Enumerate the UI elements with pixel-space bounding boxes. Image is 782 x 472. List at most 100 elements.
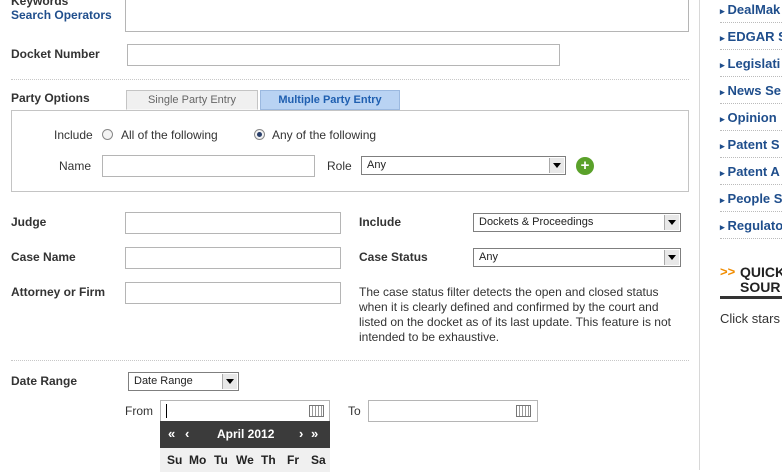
triangle-bullet-icon: ▸ bbox=[720, 60, 725, 70]
include-select[interactable]: Dockets & Proceedings bbox=[473, 213, 681, 232]
calendar-prev-month-button[interactable]: ‹ bbox=[185, 426, 189, 441]
click-stars-text: Click stars bbox=[720, 311, 780, 326]
calendar-icon[interactable] bbox=[516, 405, 531, 417]
add-icon[interactable]: + bbox=[576, 157, 594, 175]
sidebar-item-legislation[interactable]: ▸ Legislati bbox=[720, 56, 780, 71]
keywords-label: Keywords bbox=[11, 0, 69, 8]
calendar-month-year: April 2012 bbox=[217, 427, 275, 441]
include-select-value: Dockets & Proceedings bbox=[479, 216, 594, 228]
sidebar-item-label: Opinion bbox=[727, 110, 777, 125]
sidebar-item-regulatory[interactable]: ▸ Regulato bbox=[720, 218, 782, 233]
radio-all-label: All of the following bbox=[121, 128, 218, 142]
attorney-or-firm-label: Attorney or Firm bbox=[11, 285, 106, 299]
sidebar-divider bbox=[720, 76, 782, 77]
sidebar-divider bbox=[720, 103, 782, 104]
sidebar-divider bbox=[720, 22, 782, 23]
triangle-bullet-icon: ▸ bbox=[720, 222, 725, 232]
tab-single-party-entry[interactable]: Single Party Entry bbox=[126, 90, 258, 110]
dropdown-arrow-icon bbox=[222, 374, 237, 389]
triangle-bullet-icon: ▸ bbox=[720, 6, 725, 16]
sidebar-item-dealmak[interactable]: ▸ DealMak bbox=[720, 2, 780, 17]
case-status-select[interactable]: Any bbox=[473, 248, 681, 267]
radio-all-of-the-following[interactable] bbox=[102, 129, 113, 140]
to-date-input[interactable] bbox=[368, 400, 538, 422]
triangle-bullet-icon: ▸ bbox=[720, 141, 725, 151]
attorney-or-firm-input[interactable] bbox=[125, 282, 341, 304]
party-name-label: Name bbox=[59, 159, 92, 173]
docket-number-input[interactable] bbox=[127, 44, 560, 66]
keywords-textarea[interactable] bbox=[125, 0, 689, 32]
sidebar-divider bbox=[720, 130, 782, 131]
sidebar-item-news[interactable]: ▸ News Se bbox=[720, 83, 781, 98]
quick-sources-underline bbox=[720, 296, 782, 299]
calendar-prev-year-button[interactable]: « bbox=[168, 426, 175, 441]
party-name-input[interactable] bbox=[102, 155, 315, 177]
main-panel-border bbox=[0, 0, 700, 470]
party-options-label: Party Options bbox=[11, 91, 90, 105]
quick-sources-title-line2: SOUR bbox=[740, 279, 781, 295]
sidebar-item-opinion[interactable]: ▸ Opinion bbox=[720, 110, 777, 125]
text-cursor bbox=[166, 404, 167, 418]
sidebar-item-label: News Se bbox=[727, 83, 782, 98]
sidebar-item-label: People S bbox=[727, 191, 782, 206]
sidebar-divider bbox=[720, 238, 782, 239]
separator bbox=[11, 79, 689, 80]
weekday-label: Su bbox=[167, 453, 183, 467]
weekday-label: We bbox=[236, 453, 254, 467]
sidebar-item-label: Patent A bbox=[727, 164, 780, 179]
calendar-icon[interactable] bbox=[309, 405, 324, 417]
sidebar-item-patent-s[interactable]: ▸ Patent S bbox=[720, 137, 780, 152]
sidebar-item-label: Legislati bbox=[727, 56, 781, 71]
role-select-value: Any bbox=[367, 159, 386, 171]
weekday-label: Sa bbox=[311, 453, 326, 467]
from-date-input[interactable] bbox=[160, 400, 330, 422]
sidebar-item-label: Patent S bbox=[727, 137, 780, 152]
from-label: From bbox=[125, 404, 153, 418]
docket-number-label: Docket Number bbox=[11, 47, 100, 61]
weekday-label: Fr bbox=[287, 453, 299, 467]
quick-sources-title-line1: QUICK bbox=[740, 264, 782, 280]
to-label: To bbox=[348, 404, 361, 418]
sidebar-divider bbox=[720, 184, 782, 185]
date-range-select-value: Date Range bbox=[134, 375, 193, 387]
search-operators-link[interactable]: Search Operators bbox=[11, 8, 112, 22]
weekday-label: Tu bbox=[214, 453, 228, 467]
dropdown-arrow-icon bbox=[664, 250, 679, 265]
sidebar-divider bbox=[720, 157, 782, 158]
role-select[interactable]: Any bbox=[361, 156, 566, 175]
sidebar-item-label: Regulato bbox=[727, 218, 782, 233]
judge-input[interactable] bbox=[125, 212, 341, 234]
triangle-bullet-icon: ▸ bbox=[720, 195, 725, 205]
triangle-bullet-icon: ▸ bbox=[720, 168, 725, 178]
sidebar-item-edgar[interactable]: ▸ EDGAR S bbox=[720, 29, 782, 44]
sidebar-item-people[interactable]: ▸ People S bbox=[720, 191, 782, 206]
sidebar-divider bbox=[720, 211, 782, 212]
case-status-select-value: Any bbox=[479, 251, 498, 263]
tab-multiple-party-entry[interactable]: Multiple Party Entry bbox=[260, 90, 400, 110]
include-label: Include bbox=[359, 215, 402, 229]
party-options-panel bbox=[11, 110, 689, 192]
quick-arrows-icon: >> bbox=[720, 264, 736, 279]
sidebar-item-label: EDGAR S bbox=[727, 29, 782, 44]
calendar-next-month-button[interactable]: › bbox=[299, 426, 303, 441]
calendar-header: « ‹ April 2012 › » bbox=[160, 421, 330, 448]
sidebar-item-patent-a[interactable]: ▸ Patent A bbox=[720, 164, 780, 179]
sidebar-item-label: DealMak bbox=[727, 2, 781, 17]
case-name-input[interactable] bbox=[125, 247, 341, 269]
triangle-bullet-icon: ▸ bbox=[720, 33, 725, 43]
dropdown-arrow-icon bbox=[664, 215, 679, 230]
separator bbox=[11, 360, 689, 361]
radio-any-label: Any of the following bbox=[272, 128, 377, 142]
case-name-label: Case Name bbox=[11, 250, 76, 264]
calendar-weekdays: Su Mo Tu We Th Fr Sa bbox=[160, 448, 330, 472]
radio-any-of-the-following[interactable] bbox=[254, 129, 265, 140]
calendar-next-year-button[interactable]: » bbox=[311, 426, 318, 441]
case-status-label: Case Status bbox=[359, 250, 428, 264]
case-status-note: The case status filter detects the open … bbox=[359, 285, 671, 344]
dropdown-arrow-icon bbox=[549, 158, 564, 173]
sidebar-divider bbox=[720, 49, 782, 50]
weekday-label: Th bbox=[261, 453, 276, 467]
date-range-label: Date Range bbox=[11, 374, 78, 388]
date-range-select[interactable]: Date Range bbox=[128, 372, 239, 391]
triangle-bullet-icon: ▸ bbox=[720, 114, 725, 124]
